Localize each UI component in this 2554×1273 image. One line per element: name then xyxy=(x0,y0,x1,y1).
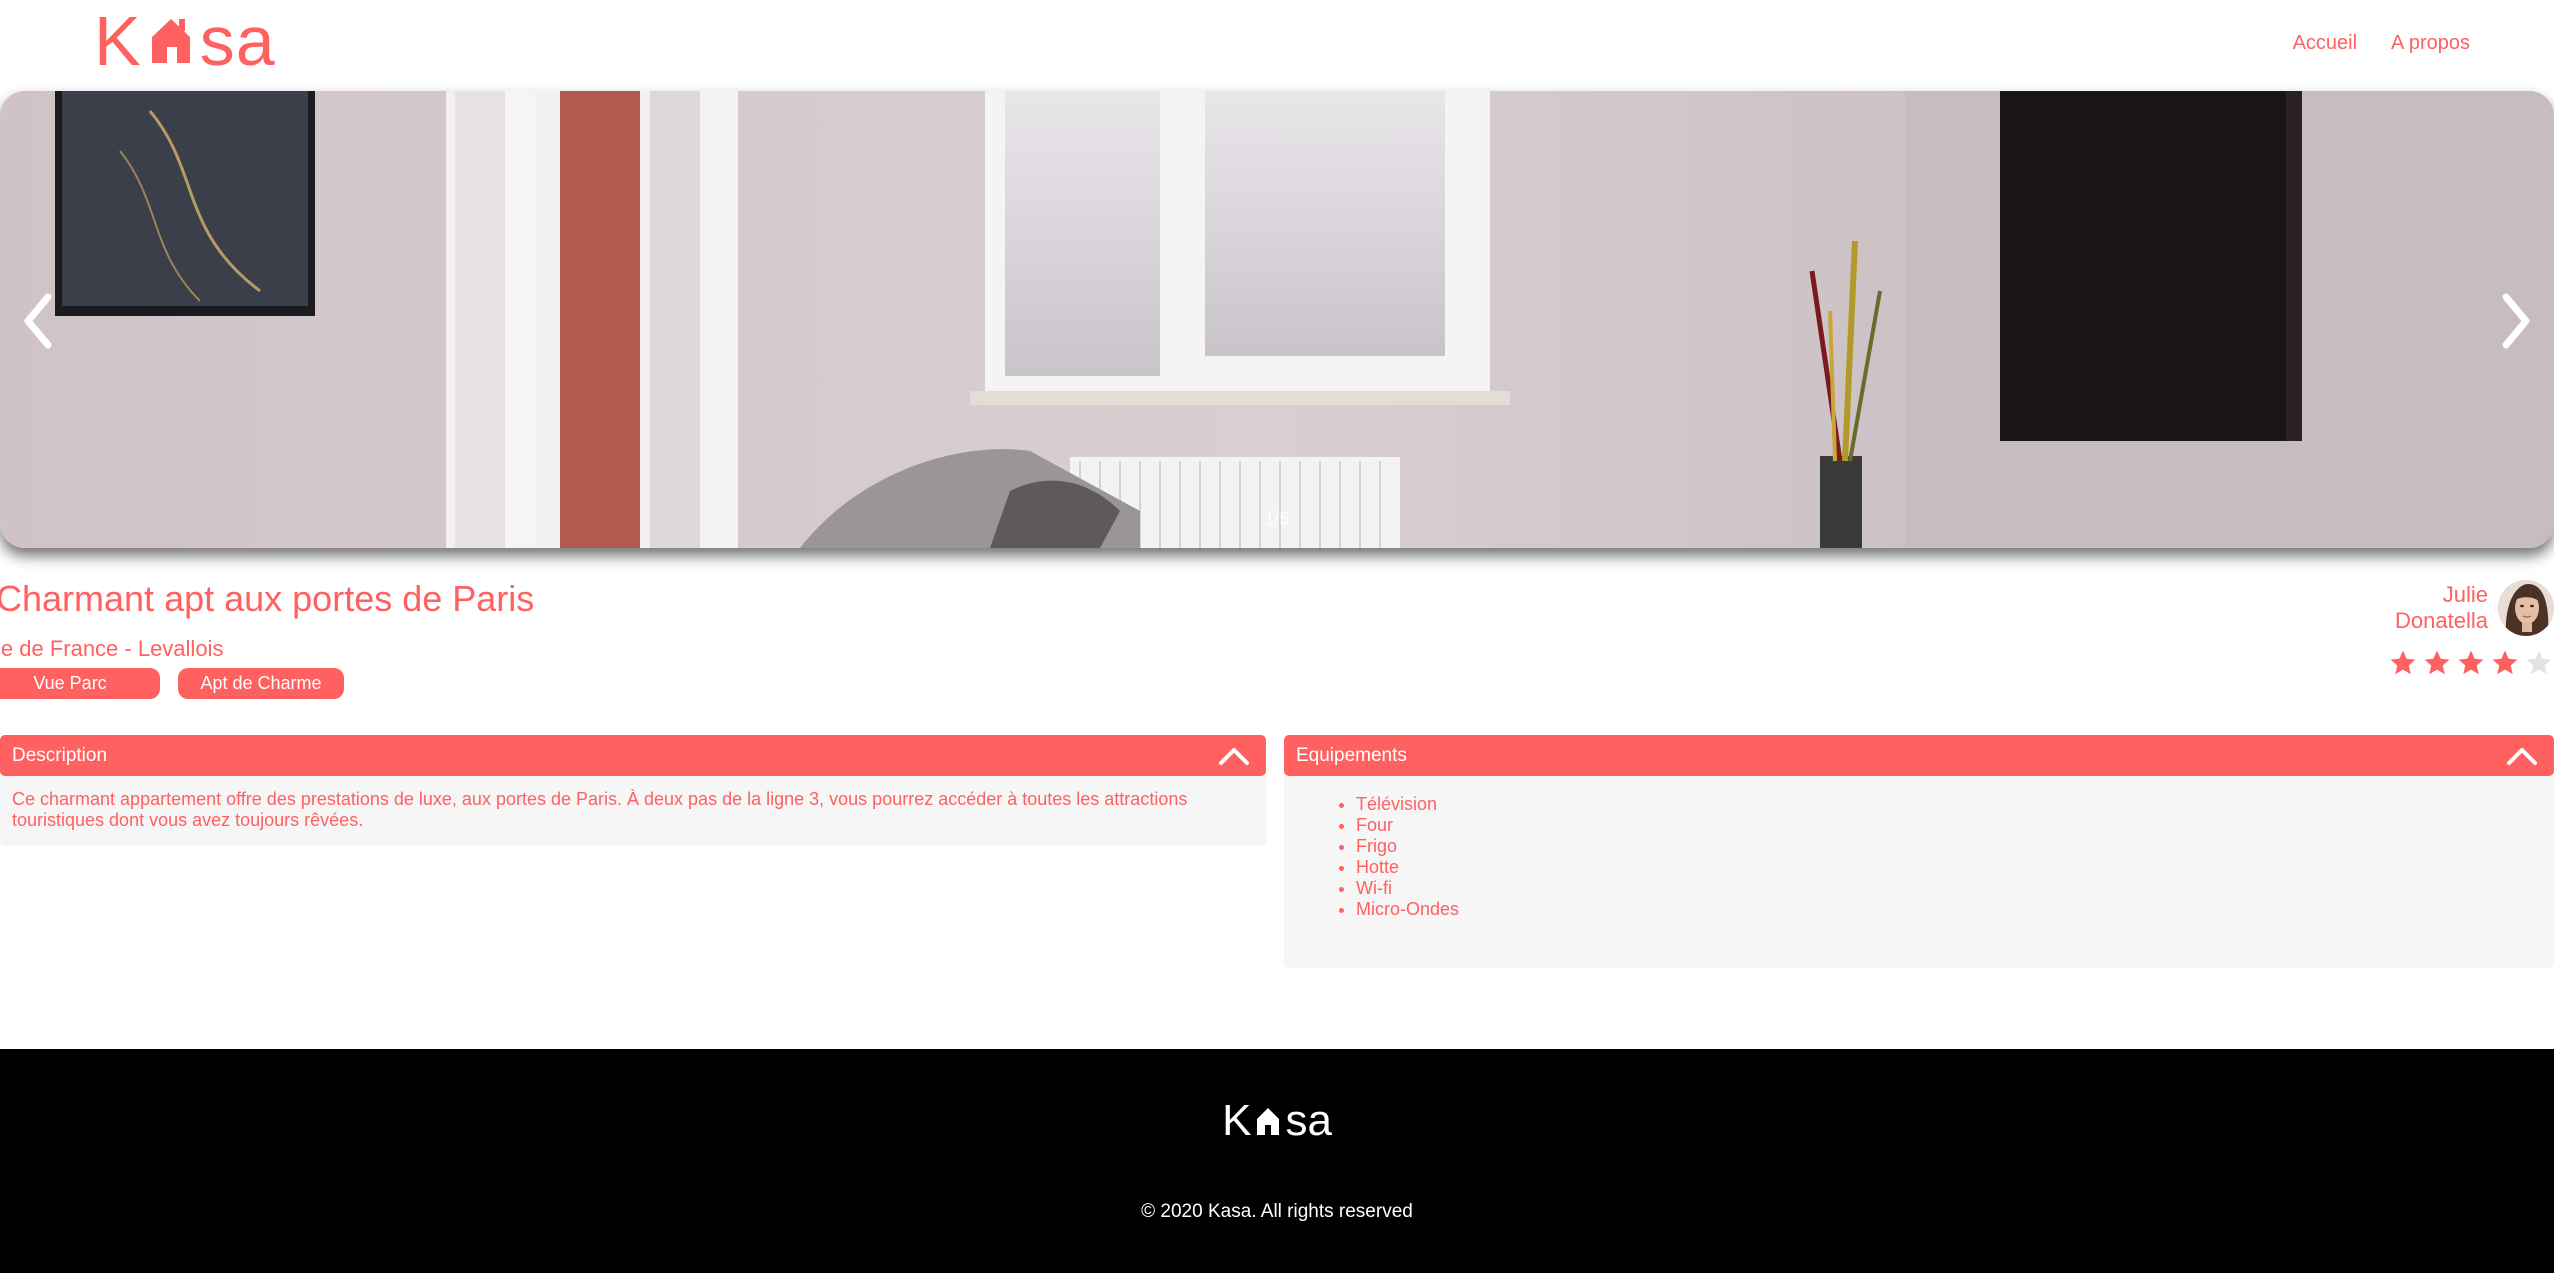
kasa-logo[interactable]: K sa xyxy=(94,6,276,76)
list-item: Micro-Ondes xyxy=(1356,899,2542,920)
copyright-text: © 2020 Kasa. All rights reserved xyxy=(1141,1201,1413,1222)
tag-apt-de-charme: Apt de Charme xyxy=(178,668,344,699)
house-icon xyxy=(151,19,190,63)
main-nav: Accueil A propos xyxy=(2293,32,2470,55)
star-empty-icon xyxy=(2526,650,2552,675)
description-body: Ce charmant appartement offre des presta… xyxy=(0,776,1266,846)
list-item: Frigo xyxy=(1356,836,2542,857)
chevron-right-icon[interactable] xyxy=(2492,281,2542,361)
footer-kasa-logo: K sa xyxy=(0,1099,2554,1143)
chevron-up-icon[interactable] xyxy=(1218,746,1250,766)
description-collapse-header[interactable]: Description xyxy=(0,735,1266,776)
chevron-left-icon[interactable] xyxy=(12,281,62,361)
star-filled-icon xyxy=(2390,650,2416,675)
chevron-up-icon[interactable] xyxy=(2506,746,2538,766)
listing-location: le de France - Levallois xyxy=(0,636,224,661)
description-title: Description xyxy=(12,744,108,766)
equipments-title: Equipements xyxy=(1296,744,1407,766)
nav-link-accueil[interactable]: Accueil xyxy=(2293,32,2357,55)
logo-letters-sa: sa xyxy=(199,2,276,80)
equipments-list: Télévision Four Frigo Hotte Wi-fi Micro-… xyxy=(1296,794,2542,920)
site-header: K sa Accueil A propos xyxy=(0,0,2554,90)
host-name: Julie Donatella xyxy=(2395,582,2488,634)
equipments-collapse-header[interactable]: Equipements xyxy=(1284,735,2554,776)
star-filled-icon xyxy=(2492,650,2518,675)
host-info: Julie Donatella xyxy=(2395,580,2554,636)
photo-carousel: 1/5 xyxy=(0,91,2554,548)
equipments-collapse: Equipements Télévision Four Frigo Hotte … xyxy=(1284,735,2554,968)
footer-logo-letters-sa: sa xyxy=(1285,1096,1332,1145)
tag-list: Vue Parc Apt de Charme xyxy=(0,668,344,699)
tag-vue-parc: Vue Parc xyxy=(0,668,160,699)
apartment-photo xyxy=(0,91,2554,548)
logo-letter-k: K xyxy=(94,2,142,80)
nav-link-a-propos[interactable]: A propos xyxy=(2391,32,2470,55)
footer-logo-letter-k: K xyxy=(1222,1096,1252,1145)
list-item: Télévision xyxy=(1356,794,2542,815)
rating-stars xyxy=(2388,648,2554,678)
site-footer: K sa © 2020 Kasa. All rights reserved xyxy=(0,1049,2554,1273)
avatar xyxy=(2498,580,2554,636)
list-item: Hotte xyxy=(1356,857,2542,878)
house-icon xyxy=(1257,1108,1280,1135)
host-last-name: Donatella xyxy=(2395,608,2488,633)
description-collapse: Description Ce charmant appartement offr… xyxy=(0,735,1266,846)
equipments-body: Télévision Four Frigo Hotte Wi-fi Micro-… xyxy=(1284,776,2554,968)
listing-title: Charmant apt aux portes de Paris xyxy=(0,578,535,619)
list-item: Wi-fi xyxy=(1356,878,2542,899)
list-item: Four xyxy=(1356,815,2542,836)
slide-counter: 1/5 xyxy=(1264,509,1290,529)
host-first-name: Julie xyxy=(2442,582,2488,607)
star-filled-icon xyxy=(2424,650,2450,675)
star-filled-icon xyxy=(2458,650,2484,675)
